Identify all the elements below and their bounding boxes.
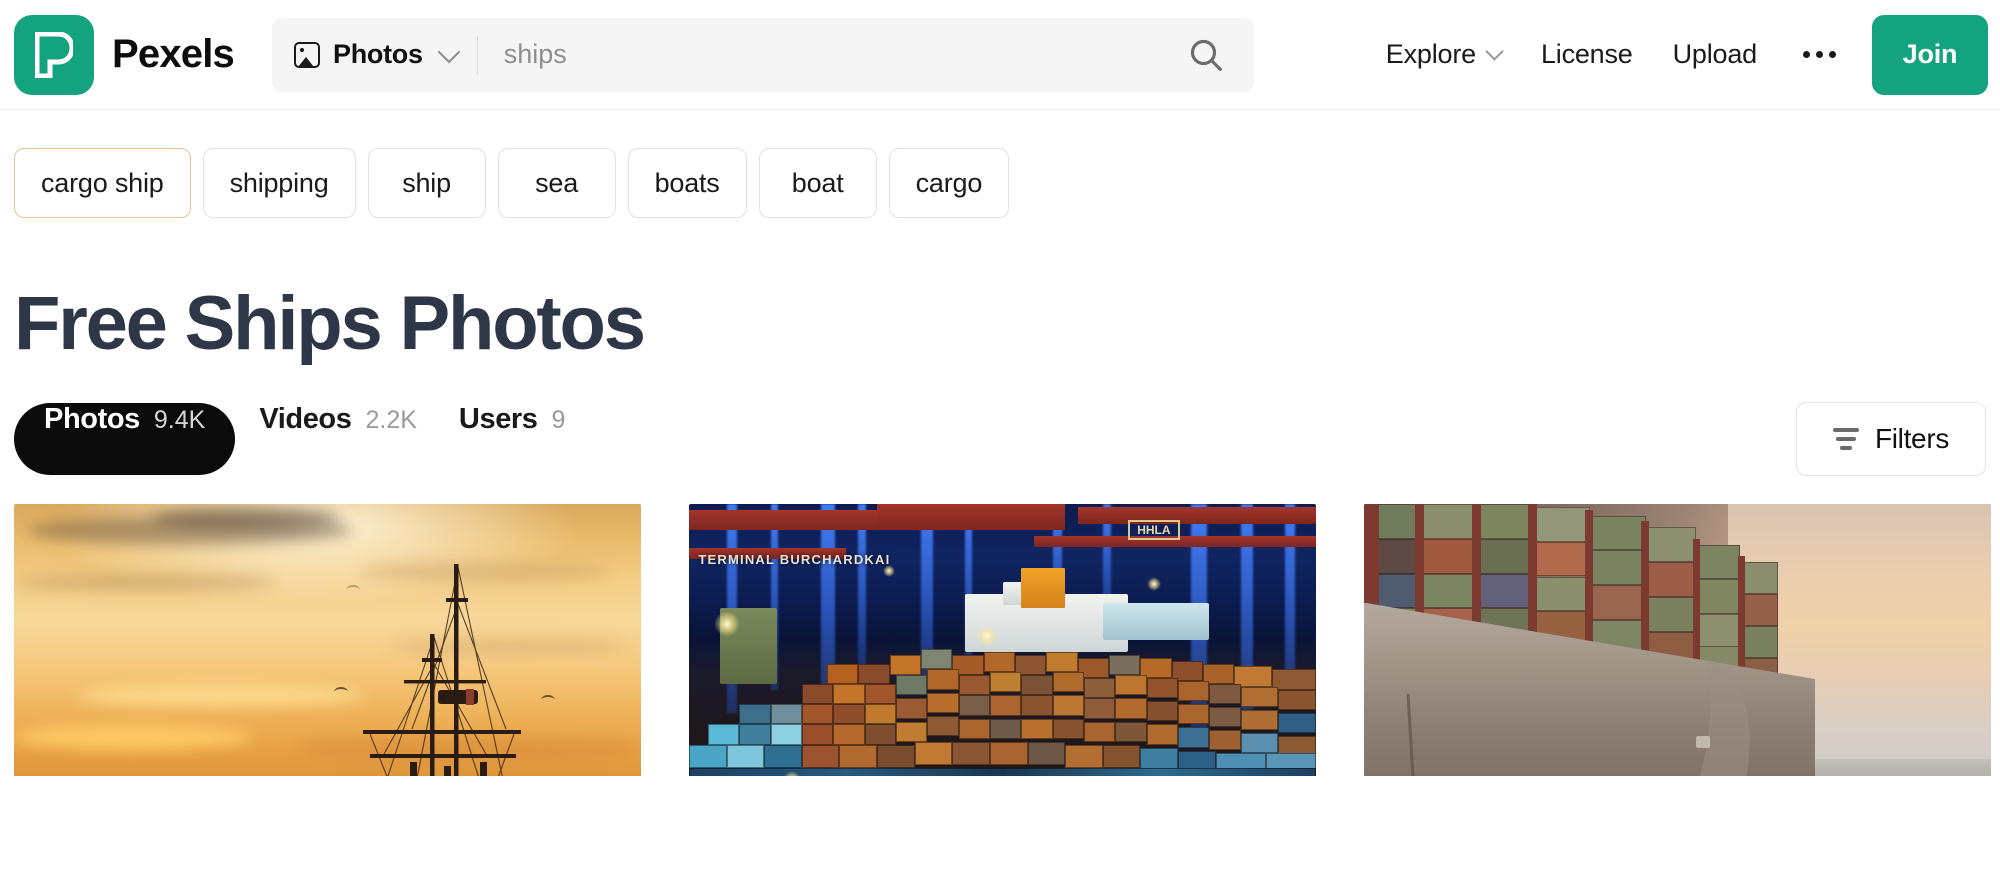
tab-videos[interactable]: Videos 2.2K [241, 403, 435, 475]
filter-icon [1832, 428, 1859, 450]
filters-label: Filters [1874, 423, 1950, 454]
tag-chip-cargo-ship[interactable]: cargo ship [14, 148, 191, 218]
ship-bow-outline [1406, 662, 1750, 776]
tall-ship-silhouette [363, 564, 521, 776]
tag-chip-sea[interactable]: sea [497, 148, 616, 218]
gantry-beam [877, 504, 1066, 531]
tag-chip-shipping[interactable]: shipping [202, 148, 356, 218]
ship-deck-house [1102, 602, 1210, 641]
light-flare [883, 564, 896, 577]
gantry-beam [1077, 506, 1316, 525]
nav-label-license: License [1540, 39, 1633, 69]
ellipsis-icon[interactable] [1777, 51, 1862, 58]
nav-label-upload: Upload [1672, 39, 1758, 69]
tab-videos-label: Videos [259, 403, 352, 435]
pexels-p-logo-icon[interactable] [14, 14, 94, 95]
search-bar[interactable]: Photos [271, 17, 1254, 92]
photo-card-3[interactable] [1364, 504, 1991, 776]
tab-photos[interactable]: Photos 9.4K [14, 403, 236, 475]
dot [1803, 51, 1810, 58]
dot [1829, 51, 1836, 58]
filters-button[interactable]: Filters [1796, 402, 1986, 476]
search-icon [1190, 39, 1222, 71]
light-flare [1146, 576, 1161, 591]
bird [346, 585, 361, 590]
bird [333, 686, 348, 692]
nav-item-explore[interactable]: Explore [1366, 39, 1521, 70]
ship-funnel [1021, 567, 1066, 609]
related-tags-row: cargo ship shipping ship sea boats boat … [0, 110, 2000, 218]
tab-users-label: Users [458, 403, 538, 435]
chevron-down-icon [437, 40, 461, 63]
results-toolbar: Photos 9.4K Videos 2.2K Users 9 Filters [0, 362, 2000, 476]
tag-chip-boats[interactable]: boats [627, 148, 747, 218]
nav-item-license[interactable]: License [1521, 39, 1653, 70]
site-header: Pexels Photos Explore License Upload [0, 0, 2000, 110]
result-tabs: Photos 9.4K Videos 2.2K Users 9 [14, 403, 583, 475]
tag-chip-cargo[interactable]: cargo [888, 148, 1010, 218]
photo-card-1[interactable] [14, 504, 641, 776]
bird [540, 695, 555, 700]
nav-label-explore: Explore [1385, 39, 1476, 69]
tag-chip-ship[interactable]: ship [367, 148, 486, 218]
dot [1816, 51, 1823, 58]
search-type-dropdown[interactable]: Photos [272, 18, 477, 92]
search-submit-button[interactable] [1158, 18, 1254, 92]
page-title: Free Ships Photos [14, 281, 646, 366]
tag-chip-boat[interactable]: boat [758, 148, 877, 218]
join-button[interactable]: Join [1872, 14, 1988, 95]
tab-photos-count: 9.4K [153, 406, 206, 434]
tab-users[interactable]: Users 9 [441, 403, 584, 475]
tab-photos-label: Photos [44, 403, 140, 435]
photo-card-2[interactable]: TERMINAL BURCHARDKAI HHLA [689, 504, 1316, 776]
brand-name: Pexels [112, 32, 235, 76]
brand-home-link[interactable]: Pexels [14, 14, 235, 95]
tab-users-count: 9 [551, 406, 566, 434]
search-type-label: Photos [332, 39, 423, 69]
nav-item-upload[interactable]: Upload [1653, 39, 1777, 70]
tab-videos-count: 2.2K [365, 406, 417, 434]
main-nav: Explore License Upload Join [1366, 14, 1988, 95]
search-input[interactable] [477, 17, 1158, 92]
chevron-down-icon [1485, 42, 1504, 61]
terminal-sign-text: TERMINAL BURCHARDKAI [698, 551, 891, 567]
photo-icon [293, 41, 320, 68]
photo-results-grid: TERMINAL BURCHARDKAI HHLA [0, 476, 2000, 776]
hhla-sign-text: HHLA [1127, 519, 1180, 540]
